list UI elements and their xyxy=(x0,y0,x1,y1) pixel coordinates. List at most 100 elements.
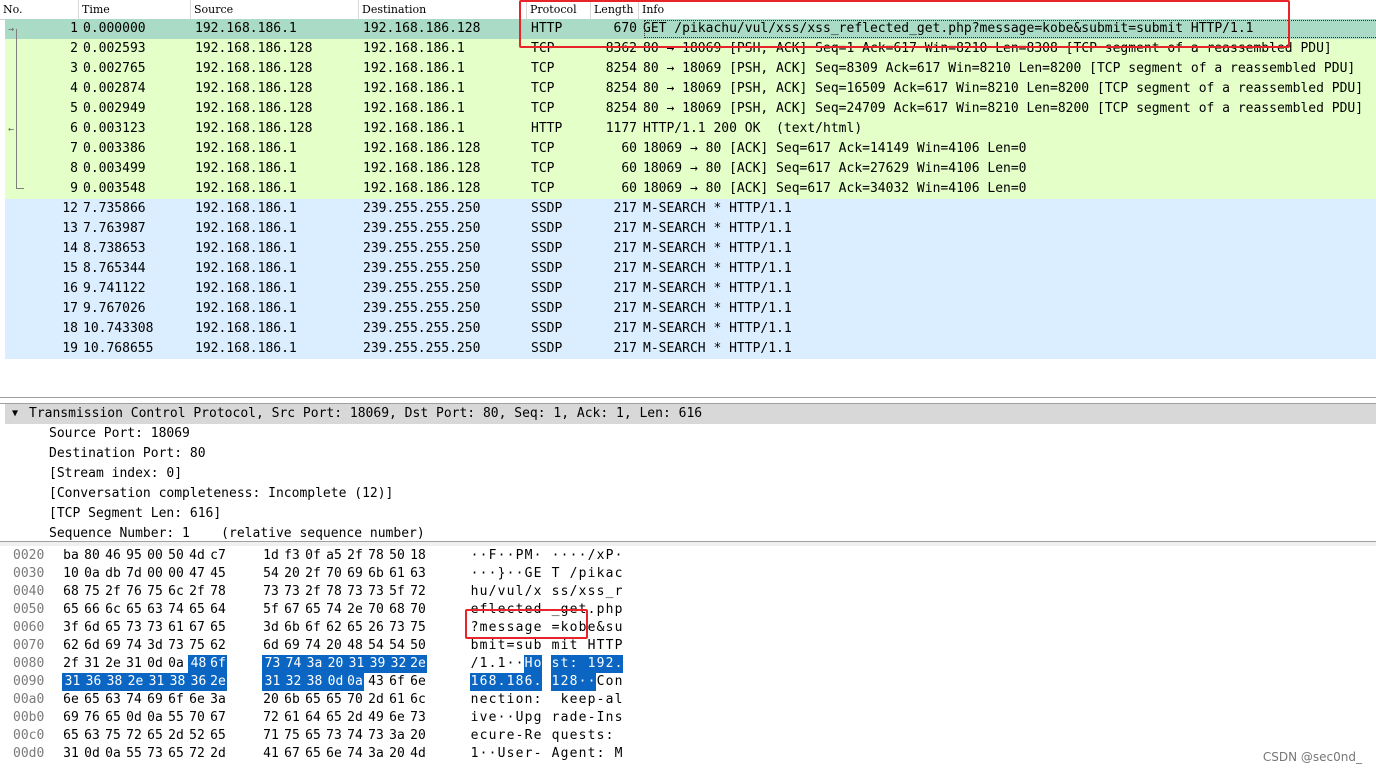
ascii-char[interactable]: x xyxy=(596,547,605,565)
hex-byte[interactable]: 74 xyxy=(304,637,322,655)
hex-byte[interactable]: 0f xyxy=(304,547,322,565)
ascii-char[interactable]: · xyxy=(533,547,542,565)
hex-byte[interactable]: 00 xyxy=(146,565,164,583)
hex-byte[interactable]: 78 xyxy=(325,583,343,601)
hex-byte[interactable]: 65 xyxy=(304,727,322,745)
hex-byte[interactable]: 70 xyxy=(409,601,427,619)
hex-byte[interactable]: 31 xyxy=(146,673,167,691)
ascii-char[interactable]: s xyxy=(551,583,560,601)
hex-byte[interactable]: 0d xyxy=(325,673,346,691)
column-header-no[interactable]: No. xyxy=(0,0,79,19)
ascii-char[interactable]: p xyxy=(587,691,596,709)
hex-byte[interactable]: 74 xyxy=(283,655,304,673)
ascii-char[interactable]: 8 xyxy=(488,673,497,691)
packet-row[interactable]: 6 0.003123 192.168.186.128 192.168.186.1 HTT… xyxy=(5,119,1376,139)
hex-byte[interactable]: 38 xyxy=(167,673,188,691)
hex-byte[interactable]: 75 xyxy=(409,619,427,637)
hex-byte[interactable]: 70 xyxy=(367,601,385,619)
hex-byte[interactable]: 73 xyxy=(146,745,164,763)
ascii-char[interactable]: s xyxy=(596,727,605,745)
ascii-char[interactable]: p xyxy=(578,565,587,583)
ascii-char[interactable]: b xyxy=(470,637,479,655)
hex-byte[interactable]: 0a xyxy=(167,655,185,673)
ascii-char[interactable]: r xyxy=(497,727,506,745)
column-header-destination[interactable]: Destination xyxy=(359,0,527,19)
ascii-char[interactable]: t xyxy=(569,637,578,655)
hex-byte[interactable]: 3d xyxy=(262,619,280,637)
hex-byte[interactable]: 0a xyxy=(146,709,164,727)
ascii-char[interactable]: a xyxy=(605,691,614,709)
packet-row[interactable]: 8 0.003499 192.168.186.1 192.168.186.128 TCP… xyxy=(5,159,1376,179)
hex-byte[interactable]: 5f xyxy=(262,601,280,619)
hex-byte[interactable]: 73 xyxy=(346,583,364,601)
ascii-char[interactable]: 1 xyxy=(470,673,479,691)
hex-byte[interactable]: 72 xyxy=(262,709,280,727)
hex-byte[interactable]: 65 xyxy=(62,727,80,745)
packet-row[interactable]: 5 0.002949 192.168.186.128 192.168.186.1 TCP… xyxy=(5,99,1376,119)
hex-byte[interactable]: 2e xyxy=(104,655,122,673)
ascii-char[interactable]: c xyxy=(614,565,623,583)
hex-byte[interactable]: 2f xyxy=(62,655,80,673)
ascii-char[interactable]: / xyxy=(569,565,578,583)
ascii-char[interactable]: n xyxy=(524,691,533,709)
ascii-char[interactable]: / xyxy=(569,583,578,601)
ascii-char[interactable]: s xyxy=(596,583,605,601)
packet-row[interactable]: 7 0.003386 192.168.186.1 192.168.186.128 TCP… xyxy=(5,139,1376,159)
ascii-char[interactable]: · xyxy=(488,565,497,583)
ascii-char[interactable]: o xyxy=(515,691,524,709)
hex-byte[interactable]: 31 xyxy=(262,673,283,691)
ascii-char[interactable]: · xyxy=(506,655,515,673)
hex-byte[interactable]: 54 xyxy=(262,565,280,583)
ascii-char[interactable]: F xyxy=(488,547,497,565)
ascii-char[interactable]: / xyxy=(470,655,479,673)
ascii-char[interactable]: 1 xyxy=(551,673,560,691)
ascii-char[interactable]: . xyxy=(488,655,497,673)
ascii-char[interactable]: l xyxy=(515,583,524,601)
hex-byte[interactable]: 6e xyxy=(188,691,206,709)
ascii-char[interactable]: t xyxy=(587,727,596,745)
ascii-char[interactable]: / xyxy=(524,583,533,601)
hex-byte[interactable]: 65 xyxy=(104,709,122,727)
ascii-char[interactable]: = xyxy=(506,637,515,655)
ascii-char[interactable]: - xyxy=(587,709,596,727)
ascii-char[interactable]: t xyxy=(497,691,506,709)
hex-byte[interactable]: 6d xyxy=(262,637,280,655)
ascii-char[interactable]: 1 xyxy=(506,673,515,691)
ascii-char[interactable]: C xyxy=(596,673,605,691)
ascii-char[interactable]: 1 xyxy=(479,655,488,673)
ascii-char[interactable]: s xyxy=(515,637,524,655)
ascii-char[interactable]: m xyxy=(551,637,560,655)
hex-byte[interactable]: 18 xyxy=(409,547,427,565)
ascii-char[interactable]: e xyxy=(479,691,488,709)
hex-byte[interactable]: 6e xyxy=(325,745,343,763)
ascii-char[interactable]: u xyxy=(506,583,515,601)
hex-byte[interactable]: a5 xyxy=(325,547,343,565)
ascii-char[interactable]: · xyxy=(479,745,488,763)
hex-byte[interactable]: 2f xyxy=(188,583,206,601)
ascii-char[interactable]: a xyxy=(560,709,569,727)
ascii-char[interactable]: i xyxy=(587,565,596,583)
ascii-char[interactable]: T xyxy=(596,637,605,655)
hex-byte[interactable]: 73 xyxy=(409,709,427,727)
hex-byte[interactable]: 6e xyxy=(388,709,406,727)
detail-segment-len[interactable]: [TCP Segment Len: 616] xyxy=(49,504,221,524)
ascii-char[interactable]: 1 xyxy=(587,655,596,673)
ascii-char[interactable]: · xyxy=(560,547,569,565)
packet-row[interactable]: 13 7.763987 192.168.186.1 239.255.255.250 SS… xyxy=(5,219,1376,239)
ascii-char[interactable]: / xyxy=(587,547,596,565)
ascii-char[interactable]: n xyxy=(578,745,587,763)
hex-byte[interactable]: 31 xyxy=(62,673,83,691)
detail-source-port[interactable]: Source Port: 18069 xyxy=(49,424,190,444)
hex-byte[interactable]: 73 xyxy=(262,583,280,601)
ascii-char[interactable]: · xyxy=(479,547,488,565)
ascii-char[interactable]: p xyxy=(596,601,605,619)
hex-byte[interactable]: 67 xyxy=(283,745,301,763)
hex-byte[interactable]: 10 xyxy=(62,565,80,583)
ascii-char[interactable]: : xyxy=(596,745,605,763)
hex-byte[interactable]: 6b xyxy=(283,619,301,637)
ascii-char[interactable] xyxy=(551,691,560,709)
hex-byte[interactable]: 0d xyxy=(146,655,164,673)
hex-byte[interactable]: 69 xyxy=(283,637,301,655)
ascii-char[interactable]: T xyxy=(605,637,614,655)
hex-byte[interactable]: 6d xyxy=(83,637,101,655)
